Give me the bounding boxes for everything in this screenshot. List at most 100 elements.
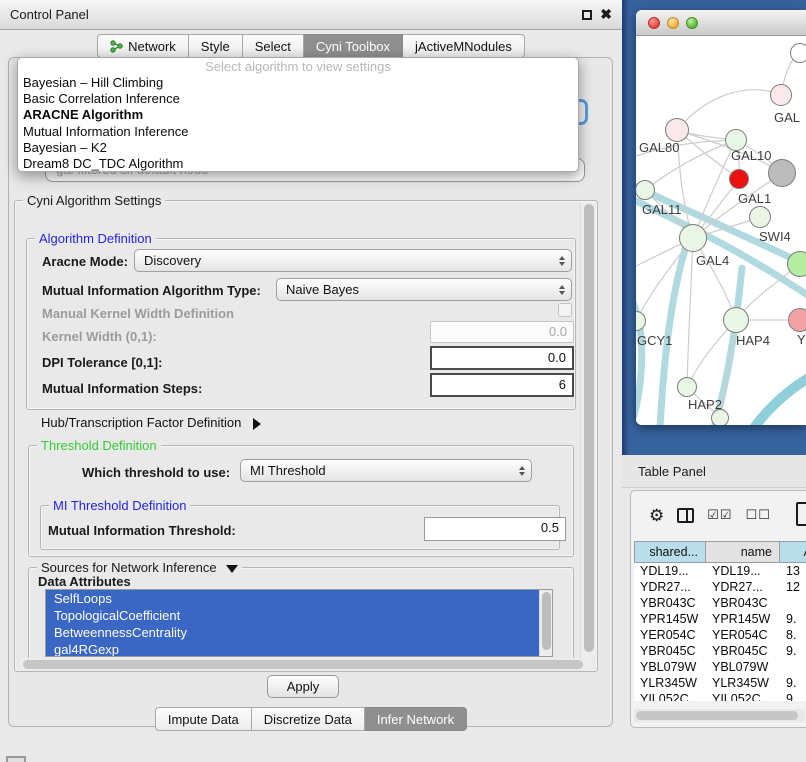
network-node[interactable] <box>729 169 749 189</box>
mi-threshold-field[interactable]: 0.5 <box>424 517 566 541</box>
close-window-icon[interactable]: ✖ <box>600 6 612 23</box>
network-node[interactable] <box>790 43 806 63</box>
network-node[interactable] <box>711 409 729 425</box>
cell[interactable]: 9. <box>780 611 806 627</box>
which-threshold-combo[interactable]: MI Threshold <box>240 459 532 482</box>
network-node[interactable] <box>788 308 806 332</box>
popup-item[interactable]: Mutual Information Inference <box>18 124 578 140</box>
cell[interactable]: YER054C <box>634 627 706 643</box>
cell[interactable]: YBR045C <box>634 643 706 659</box>
cell[interactable]: 9 <box>780 691 806 701</box>
table-row[interactable]: YBR043C YBR043C <box>634 595 806 611</box>
float-window-icon[interactable] <box>582 10 592 20</box>
function-builder-icon[interactable] <box>796 502 806 526</box>
tab-jactivemnodules[interactable]: jActiveMNodules <box>403 34 525 58</box>
tab-discretize-data[interactable]: Discretize Data <box>252 707 365 731</box>
cell[interactable]: YBR043C <box>706 595 780 611</box>
zoom-button[interactable] <box>686 17 698 29</box>
list-item[interactable]: TopologicalCoefficient <box>46 607 552 624</box>
column-header[interactable]: A <box>780 541 806 563</box>
tab-network[interactable]: Network <box>97 34 189 58</box>
cell[interactable] <box>780 595 806 611</box>
tab-infer-network[interactable]: Infer Network <box>365 707 467 731</box>
list-item[interactable]: gal4RGexp <box>46 641 552 657</box>
popup-item-highlighted[interactable]: ARACNE Algorithm <box>18 107 578 123</box>
tab-cyni-toolbox[interactable]: Cyni Toolbox <box>304 34 403 58</box>
gear-icon[interactable]: ⚙ <box>649 507 664 524</box>
table-row[interactable]: YDL19... YDL19... 13 <box>634 563 806 579</box>
list-item[interactable]: SelfLoops <box>46 590 552 607</box>
cell[interactable]: YBL079W <box>634 659 706 675</box>
tab-impute-data[interactable]: Impute Data <box>155 707 252 731</box>
popup-item[interactable]: Basic Correlation Inference <box>18 91 578 107</box>
cell[interactable]: YDR27... <box>634 579 706 595</box>
table-row[interactable]: YDR27... YDR27... 12 <box>634 579 806 595</box>
cell[interactable]: 8. <box>780 627 806 643</box>
select-all-checkboxes-icon[interactable]: ☑☑ <box>707 507 732 523</box>
manual-kernel-width-checkbox[interactable] <box>558 303 572 317</box>
table-row[interactable]: YER054C YER054C 8. <box>634 627 806 643</box>
list-scrollbar[interactable] <box>539 590 552 656</box>
cell[interactable]: YER054C <box>706 627 780 643</box>
cell[interactable]: YDL19... <box>706 563 780 579</box>
column-header[interactable]: shared... <box>634 541 706 563</box>
popup-item[interactable]: Bayesian – K2 <box>18 140 578 156</box>
cell[interactable]: YBR043C <box>634 595 706 611</box>
network-view-window: GALGAL80GAL10GAL1GAL11SWI4GAL4GCY1HAP4YH… <box>636 10 806 425</box>
table-horizontal-scrollbar[interactable] <box>634 709 805 722</box>
list-item[interactable]: BetweennessCentrality <box>46 624 552 641</box>
tab-style[interactable]: Style <box>189 34 243 58</box>
tab-select[interactable]: Select <box>243 34 304 58</box>
cell[interactable]: YLR345W <box>634 675 706 691</box>
network-window-titlebar[interactable] <box>636 10 806 36</box>
popup-item[interactable]: Bayesian – Hill Climbing <box>18 75 578 91</box>
network-node[interactable] <box>665 118 689 142</box>
network-node[interactable] <box>677 377 697 397</box>
hub-transcription-section[interactable]: Hub/Transcription Factor Definition <box>41 415 261 430</box>
table-row[interactable]: YPR145W YPR145W 9. <box>634 611 806 627</box>
network-node[interactable] <box>749 206 771 228</box>
network-node[interactable] <box>768 159 796 187</box>
table-row[interactable]: YBL079W YBL079W <box>634 659 806 675</box>
network-node[interactable] <box>787 251 806 277</box>
network-node[interactable] <box>636 180 655 200</box>
cell[interactable]: 13 <box>780 563 806 579</box>
columns-icon[interactable] <box>677 508 694 523</box>
cell[interactable]: 9. <box>780 643 806 659</box>
cell[interactable]: YPR145W <box>634 611 706 627</box>
column-header[interactable]: name <box>706 541 780 563</box>
cell[interactable] <box>780 659 806 675</box>
table-row[interactable]: YLR345W YLR345W 9. <box>634 675 806 691</box>
kernel-width-field[interactable]: 0.0 <box>430 321 574 343</box>
cell[interactable]: YBL079W <box>706 659 780 675</box>
network-node[interactable] <box>679 224 707 252</box>
cell[interactable]: YBR045C <box>706 643 780 659</box>
dpi-tolerance-field[interactable]: 0.0 <box>430 346 574 370</box>
table-row[interactable]: YIL052C YIL052C 9 <box>634 691 806 701</box>
close-button[interactable] <box>648 17 660 29</box>
cell[interactable]: 12 <box>780 579 806 595</box>
aracne-mode-combo[interactable]: Discovery <box>134 249 572 272</box>
cell[interactable]: 9. <box>780 675 806 691</box>
cell[interactable]: YIL052C <box>634 691 706 701</box>
cell[interactable]: YPR145W <box>706 611 780 627</box>
cell[interactable]: YLR345W <box>706 675 780 691</box>
mi-algorithm-type-combo[interactable]: Naive Bayes <box>276 278 572 301</box>
apply-button[interactable]: Apply <box>267 675 339 698</box>
cell[interactable]: YDL19... <box>634 563 706 579</box>
minimize-button[interactable] <box>667 17 679 29</box>
popup-item[interactable]: Dream8 DC_TDC Algorithm <box>18 156 578 172</box>
mi-steps-field[interactable]: 6 <box>430 373 574 397</box>
network-canvas[interactable]: GALGAL80GAL10GAL1GAL11SWI4GAL4GCY1HAP4YH… <box>636 36 806 425</box>
cell[interactable]: YIL052C <box>706 691 780 701</box>
network-node[interactable] <box>723 307 749 333</box>
deselect-all-checkboxes-icon[interactable]: ☐☐ <box>746 507 771 523</box>
network-node[interactable] <box>770 84 792 106</box>
panel-dock-icon[interactable] <box>6 756 26 762</box>
table-row[interactable]: YBR045C YBR045C 9. <box>634 643 806 659</box>
collapse-down-icon[interactable] <box>226 565 238 573</box>
expand-right-icon[interactable] <box>253 418 261 430</box>
settings-vertical-scrollbar[interactable] <box>580 202 595 658</box>
cell[interactable]: YDR27... <box>706 579 780 595</box>
settings-horizontal-scrollbar[interactable] <box>20 658 592 671</box>
